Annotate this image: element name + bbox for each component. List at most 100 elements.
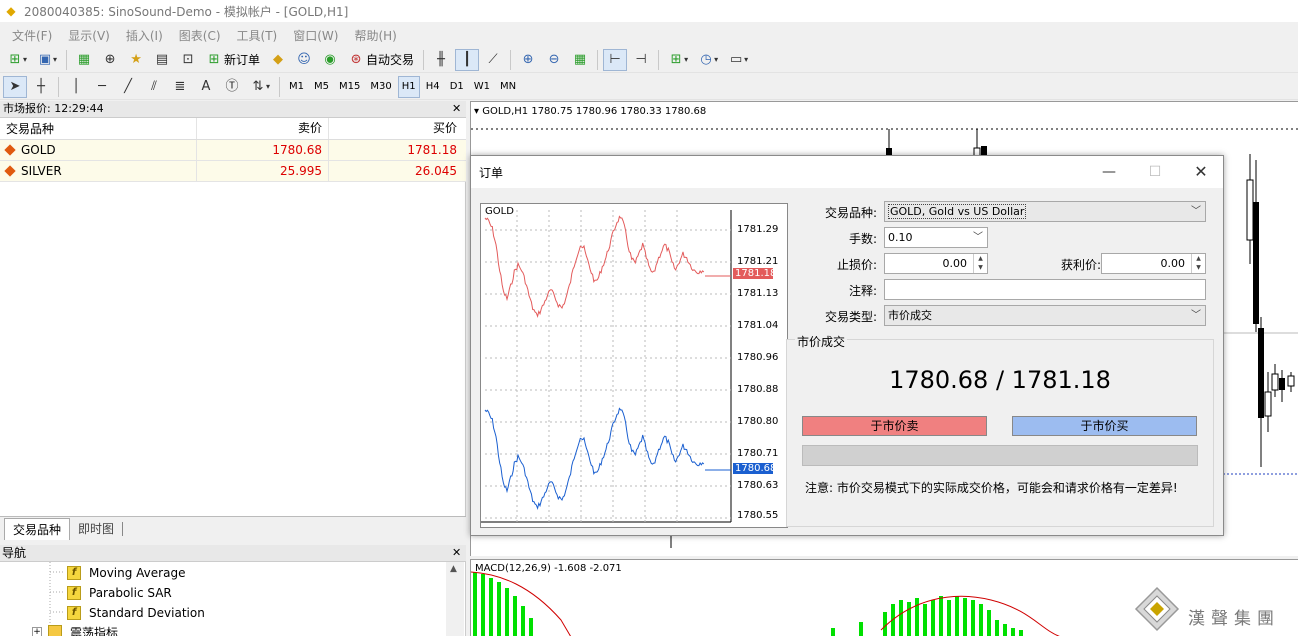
auto-trading-button[interactable]: ⊛ 自动交易: [344, 49, 418, 71]
crosshair-button[interactable]: ┼: [29, 76, 53, 98]
indicators-button[interactable]: ⊞ ▾: [664, 49, 692, 71]
function-icon: f: [67, 586, 81, 600]
horizontal-line-icon: ─: [98, 78, 106, 94]
periods-button[interactable]: ◷ ▾: [694, 49, 722, 71]
ask-value: 1781.18: [407, 143, 457, 157]
cursor-button[interactable]: ➤: [3, 75, 27, 98]
period-m15[interactable]: M15: [335, 76, 364, 98]
star-folder-icon: ★: [130, 51, 142, 67]
data-window-button[interactable]: ⊕: [98, 49, 122, 71]
market-watch-icon: ▦: [77, 51, 91, 67]
stop-loss-input[interactable]: 0.00 ▲ ▼: [884, 253, 988, 274]
line-chart-button[interactable]: ⟋: [481, 49, 505, 71]
volume-select[interactable]: 0.10 ﹀: [884, 227, 988, 248]
auto-trading-icon: ⊛: [350, 51, 362, 67]
tile-windows-button[interactable]: ▦: [568, 49, 592, 71]
spinner-arrows-icon[interactable]: ▲ ▼: [973, 254, 987, 273]
menu-tools[interactable]: 工具(T): [229, 27, 286, 44]
take-profit-input[interactable]: 0.00 ▲ ▼: [1101, 253, 1206, 274]
period-h1[interactable]: H1: [397, 75, 420, 98]
zoom-in-button[interactable]: ⊕: [516, 49, 540, 71]
market-watch-close-icon[interactable]: ✕: [452, 101, 461, 117]
tab-symbols[interactable]: 交易品种: [4, 518, 71, 540]
bar-chart-button[interactable]: ╫: [429, 49, 453, 71]
tick-chart: GOLD 1781.29 1781.21 1781.13 1781.04 178…: [480, 203, 788, 528]
period-m1[interactable]: M1: [285, 76, 308, 98]
metaeditor-button[interactable]: ◆: [266, 49, 290, 71]
zoom-out-button[interactable]: ⊖: [542, 49, 566, 71]
navigator-button[interactable]: ★: [124, 49, 148, 71]
symbol-select[interactable]: GOLD, Gold vs US Dollar ﹀: [884, 201, 1206, 222]
menu-help[interactable]: 帮助(H): [346, 27, 404, 44]
price-tick-label: 1781.29: [737, 224, 779, 235]
period-mn[interactable]: MN: [496, 76, 520, 98]
symbol-diamond-icon: [4, 144, 16, 156]
menu-bar: 文件(F) 显示(V) 插入(I) 图表(C) 工具(T) 窗口(W) 帮助(H…: [0, 24, 1298, 46]
text-button[interactable]: A: [194, 76, 218, 98]
order-type-select[interactable]: 市价成交 ﹀: [884, 305, 1206, 326]
navigator-item-standard-deviation[interactable]: f Standard Deviation: [67, 603, 205, 623]
market-watch-button[interactable]: ▦: [72, 49, 96, 71]
menu-view[interactable]: 显示(V): [60, 27, 118, 44]
tester-button[interactable]: ⊡: [176, 49, 200, 71]
buy-by-market-button[interactable]: 于市价买: [1012, 416, 1197, 436]
minimize-icon[interactable]: —: [1099, 162, 1119, 182]
close-icon[interactable]: ✕: [1191, 162, 1211, 182]
table-row-gold[interactable]: GOLD 1780.68 1781.18: [0, 140, 466, 161]
period-m30[interactable]: M30: [366, 76, 395, 98]
comment-input[interactable]: [884, 279, 1206, 300]
candlestick-button[interactable]: ┃: [455, 48, 480, 71]
equidistant-channel-button[interactable]: ⫽: [142, 76, 166, 98]
column-symbol[interactable]: 交易品种: [0, 118, 197, 139]
column-bid[interactable]: 卖价: [197, 118, 329, 139]
bid-ask-price: 1780.68 / 1781.18: [889, 366, 1111, 394]
navigator-scrollbar[interactable]: ▲: [446, 562, 464, 636]
new-order-button[interactable]: ⊞ 新订单: [202, 49, 264, 71]
period-h4[interactable]: H4: [422, 76, 444, 98]
templates-button[interactable]: ▭ ▾: [724, 49, 752, 71]
ask-price-line: [484, 215, 705, 318]
expand-plus-icon[interactable]: +: [32, 627, 42, 636]
price-tick-label: 1780.80: [737, 416, 779, 427]
trendline-icon: ╱: [124, 78, 132, 94]
period-d1[interactable]: D1: [446, 76, 468, 98]
column-ask[interactable]: 买价: [329, 118, 463, 139]
fibonacci-button[interactable]: ≣: [168, 76, 192, 98]
title-bar: ◆ 2080040385: SinoSound-Demo - 模拟帐户 - [G…: [0, 0, 1298, 22]
profiles-button[interactable]: ▣ ▾: [33, 49, 61, 71]
menu-window[interactable]: 窗口(W): [285, 27, 346, 44]
arrows-button[interactable]: ⇅ ▾: [246, 76, 274, 98]
navigator-close-icon[interactable]: ✕: [452, 545, 461, 561]
navigator-item-moving-average[interactable]: f Moving Average: [67, 563, 185, 583]
vertical-line-button[interactable]: │: [64, 76, 88, 98]
horizontal-line-button[interactable]: ─: [90, 76, 114, 98]
spinner-arrows-icon[interactable]: ▲ ▼: [1191, 254, 1205, 273]
navigator-panel: f Moving Average f Parabolic SAR f Stand…: [0, 562, 466, 636]
period-w1[interactable]: W1: [470, 76, 494, 98]
menu-charts[interactable]: 图表(C): [171, 27, 229, 44]
order-dialog: 订单 — ☐ ✕ GOLD 1781.29 1781.21 1781.13 17…: [470, 155, 1224, 536]
scroll-up-icon[interactable]: ▲: [450, 564, 457, 574]
navigator-folder-oscillators[interactable]: + 震荡指标: [32, 622, 118, 636]
signals-button[interactable]: ◉: [318, 49, 342, 71]
tab-tick-chart[interactable]: 即时图: [70, 518, 123, 540]
auto-scroll-button[interactable]: ⊢: [603, 48, 628, 71]
terminal-button[interactable]: ▤: [150, 49, 174, 71]
period-m5[interactable]: M5: [310, 76, 333, 98]
price-tick-label: 1780.55: [737, 510, 779, 521]
menu-file[interactable]: 文件(F): [4, 27, 60, 44]
sell-by-market-button[interactable]: 于市价卖: [802, 416, 987, 436]
text-tool: A: [201, 78, 211, 94]
chart-shift-button[interactable]: ⊣: [629, 49, 653, 71]
new-chart-button[interactable]: ⊞ ▾: [3, 49, 31, 71]
symbol-diamond-icon: [4, 165, 16, 177]
community-button[interactable]: ☺: [292, 49, 316, 71]
table-row-silver[interactable]: SILVER 25.995 26.045: [0, 161, 466, 182]
standard-toolbar: ⊞ ▾ ▣ ▾ ▦ ⊕ ★ ▤ ⊡ ⊞ 新订单 ◆ ☺ ◉ ⊛ 自动交易 ╫ ┃ ⟋…: [0, 47, 1298, 73]
navigator-item-parabolic-sar[interactable]: f Parabolic SAR: [67, 583, 172, 603]
channel-icon: ⫽: [151, 78, 157, 94]
text-label-button[interactable]: Ⓣ: [220, 76, 244, 98]
menu-insert[interactable]: 插入(I): [118, 27, 171, 44]
trendline-button[interactable]: ╱: [116, 76, 140, 98]
dialog-title-bar[interactable]: 订单 — ☐ ✕: [471, 156, 1223, 188]
